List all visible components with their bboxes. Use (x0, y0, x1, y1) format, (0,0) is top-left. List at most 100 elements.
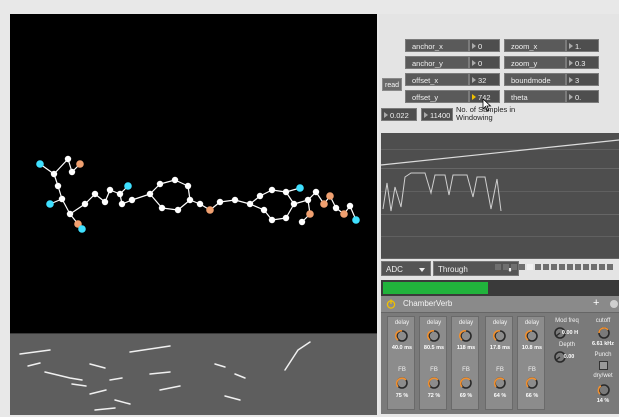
atom (128, 196, 136, 204)
atom (256, 192, 264, 200)
step-cell[interactable] (567, 264, 573, 270)
offset-x-number[interactable]: 32 (469, 73, 500, 86)
atom (184, 182, 192, 190)
step-sequencer[interactable] (491, 264, 619, 272)
anchor-y-number[interactable]: 0 (469, 56, 500, 69)
add-button[interactable]: + (593, 297, 599, 309)
atom (66, 210, 74, 218)
delay-knob[interactable] (525, 329, 539, 343)
delay-label: delay (394, 320, 410, 326)
atom (352, 216, 360, 224)
atom (78, 225, 86, 233)
offset-x-label: offset_x (405, 73, 469, 86)
samples-number-value: 11400 (430, 111, 451, 120)
fb-value: 66 % (525, 393, 539, 399)
window-plot (381, 169, 619, 215)
delay-column: delay 40.0 ms FB 75 % (387, 316, 415, 410)
step-cell[interactable] (575, 264, 581, 270)
read-button[interactable]: read (382, 78, 402, 91)
step-cell[interactable] (559, 264, 565, 270)
step-cell[interactable] (519, 264, 525, 270)
fb-label: FB (430, 367, 438, 373)
anchor-x-number[interactable]: 0 (469, 39, 500, 52)
power-icon[interactable] (386, 299, 396, 309)
zoom-x-number[interactable]: 1. (566, 39, 599, 52)
grid-line (381, 236, 619, 237)
step-cell[interactable] (599, 264, 605, 270)
atom (46, 200, 54, 208)
punch-toggle[interactable] (599, 361, 608, 370)
delay-label: delay (492, 320, 508, 326)
molecule-render (36, 155, 360, 233)
delay-knob[interactable] (395, 329, 409, 343)
molecule-viewport[interactable] (10, 14, 377, 333)
delay-label: delay (458, 320, 474, 326)
input-menu[interactable]: ADC (381, 261, 431, 276)
atom (346, 202, 354, 210)
delay-knob[interactable] (493, 329, 507, 343)
fb-value: 75 % (395, 393, 409, 399)
fb-knob[interactable] (395, 376, 409, 390)
delay-column: delay 80.5 ms FB 72 % (419, 316, 447, 410)
mod-freq-value: 0.00 H (561, 330, 579, 336)
punch-label: Punch (594, 352, 612, 358)
offset-y-label: offset_y (405, 90, 469, 103)
atom (146, 190, 154, 198)
number-arrow-icon (472, 94, 476, 100)
number-arrow-icon (472, 43, 476, 49)
atom (326, 192, 334, 200)
delay-column: delay 10.8 ms FB 66 % (517, 316, 545, 410)
fb-knob[interactable] (427, 376, 441, 390)
atom (124, 182, 132, 190)
cutoff-knob[interactable] (597, 326, 611, 340)
theta-number[interactable]: 0. (566, 90, 599, 103)
fb-knob[interactable] (493, 376, 507, 390)
step-cell[interactable] (495, 264, 501, 270)
step-cell[interactable] (535, 264, 541, 270)
device-menu-icon[interactable] (609, 299, 619, 309)
number-arrow-icon (424, 112, 428, 118)
atom (54, 182, 62, 190)
fb-knob[interactable] (525, 376, 539, 390)
atom (81, 200, 89, 208)
delay-column: delay 118 ms FB 69 % (451, 316, 479, 410)
atom (76, 160, 84, 168)
delay-value: 40.0 ms (391, 345, 413, 351)
atom (268, 186, 276, 194)
step-cell[interactable] (607, 264, 613, 270)
boundmode-number[interactable]: 3 (566, 73, 599, 86)
chevron-down-icon (419, 268, 425, 272)
zoom-y-number[interactable]: 0.3 (566, 56, 599, 69)
delay-value: 10.8 ms (521, 345, 543, 351)
step-cell[interactable] (543, 264, 549, 270)
depth-value: 0.00 (563, 354, 575, 360)
device-title: ChamberVerb (403, 299, 453, 308)
samples-number[interactable]: 11400 (421, 108, 453, 121)
step-cell[interactable] (551, 264, 557, 270)
anchor-x-label: anchor_x (405, 39, 469, 52)
device-header: ChamberVerb + (381, 296, 619, 313)
step-cell[interactable] (503, 264, 509, 270)
anchor-y-value: 0 (478, 59, 483, 68)
zoom-y-value: 0.3 (575, 59, 586, 68)
atom (282, 214, 290, 222)
step-cell[interactable] (583, 264, 589, 270)
atom (298, 218, 306, 226)
step-cell[interactable] (591, 264, 597, 270)
delay-knob[interactable] (459, 329, 473, 343)
atom (36, 160, 44, 168)
atom (186, 196, 194, 204)
drywet-knob[interactable] (597, 383, 611, 397)
atom (260, 206, 268, 214)
cutoff-value: 6.61 kHz (591, 341, 614, 347)
small-number[interactable]: 0.022 (381, 108, 417, 121)
mode-menu-label: Through (438, 265, 468, 274)
step-cell-active[interactable] (527, 264, 533, 270)
step-cell[interactable] (511, 264, 517, 270)
fb-label: FB (496, 367, 504, 373)
delay-knob[interactable] (427, 329, 441, 343)
atom (296, 184, 304, 192)
atom (118, 200, 126, 208)
level-meter-fill (383, 282, 488, 294)
fb-knob[interactable] (459, 376, 473, 390)
